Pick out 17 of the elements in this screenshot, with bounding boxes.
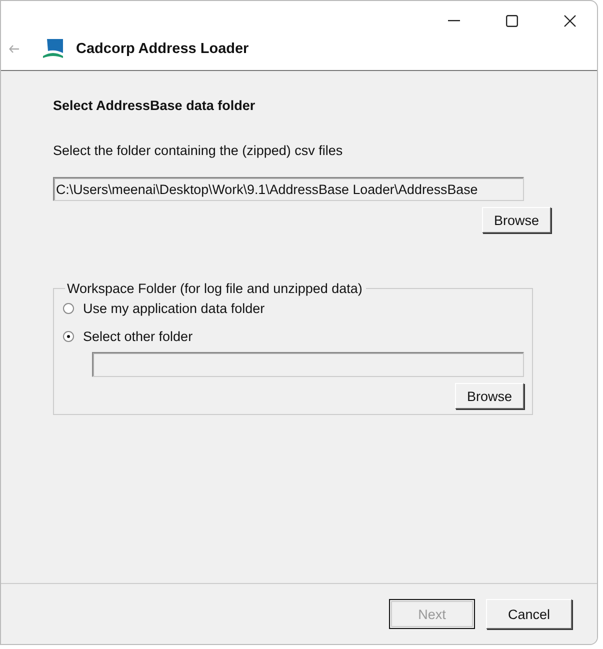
radio-button[interactable] [63,330,74,342]
radio-label[interactable]: Select other folder [83,328,193,344]
window-title: Cadcorp Address Loader [76,41,249,57]
radio-button[interactable] [63,302,74,314]
folder-path-field[interactable]: C:\Users\meenai\Desktop\Work\9.1\AddressBase Loader\AddressBase [53,177,524,201]
folder-path-field[interactable] [92,352,524,377]
radio-label[interactable]: Use my application data folder [83,300,265,316]
close-icon[interactable] [564,15,576,27]
group-title: Workspace Folder (for log file and unzipped data) [66,281,364,296]
maximize-icon[interactable] [506,15,518,27]
browse-button[interactable]: Browse [454,383,524,409]
instruction-text: Select the folder containing the (zipped) csv files [53,143,344,158]
logo-icon [43,39,63,59]
minimize-icon[interactable] [448,20,460,22]
browse-button[interactable]: Browse [482,207,551,233]
cancel-button[interactable]: Cancel [486,599,572,629]
page-heading: Select AddressBase data folder [53,98,256,113]
